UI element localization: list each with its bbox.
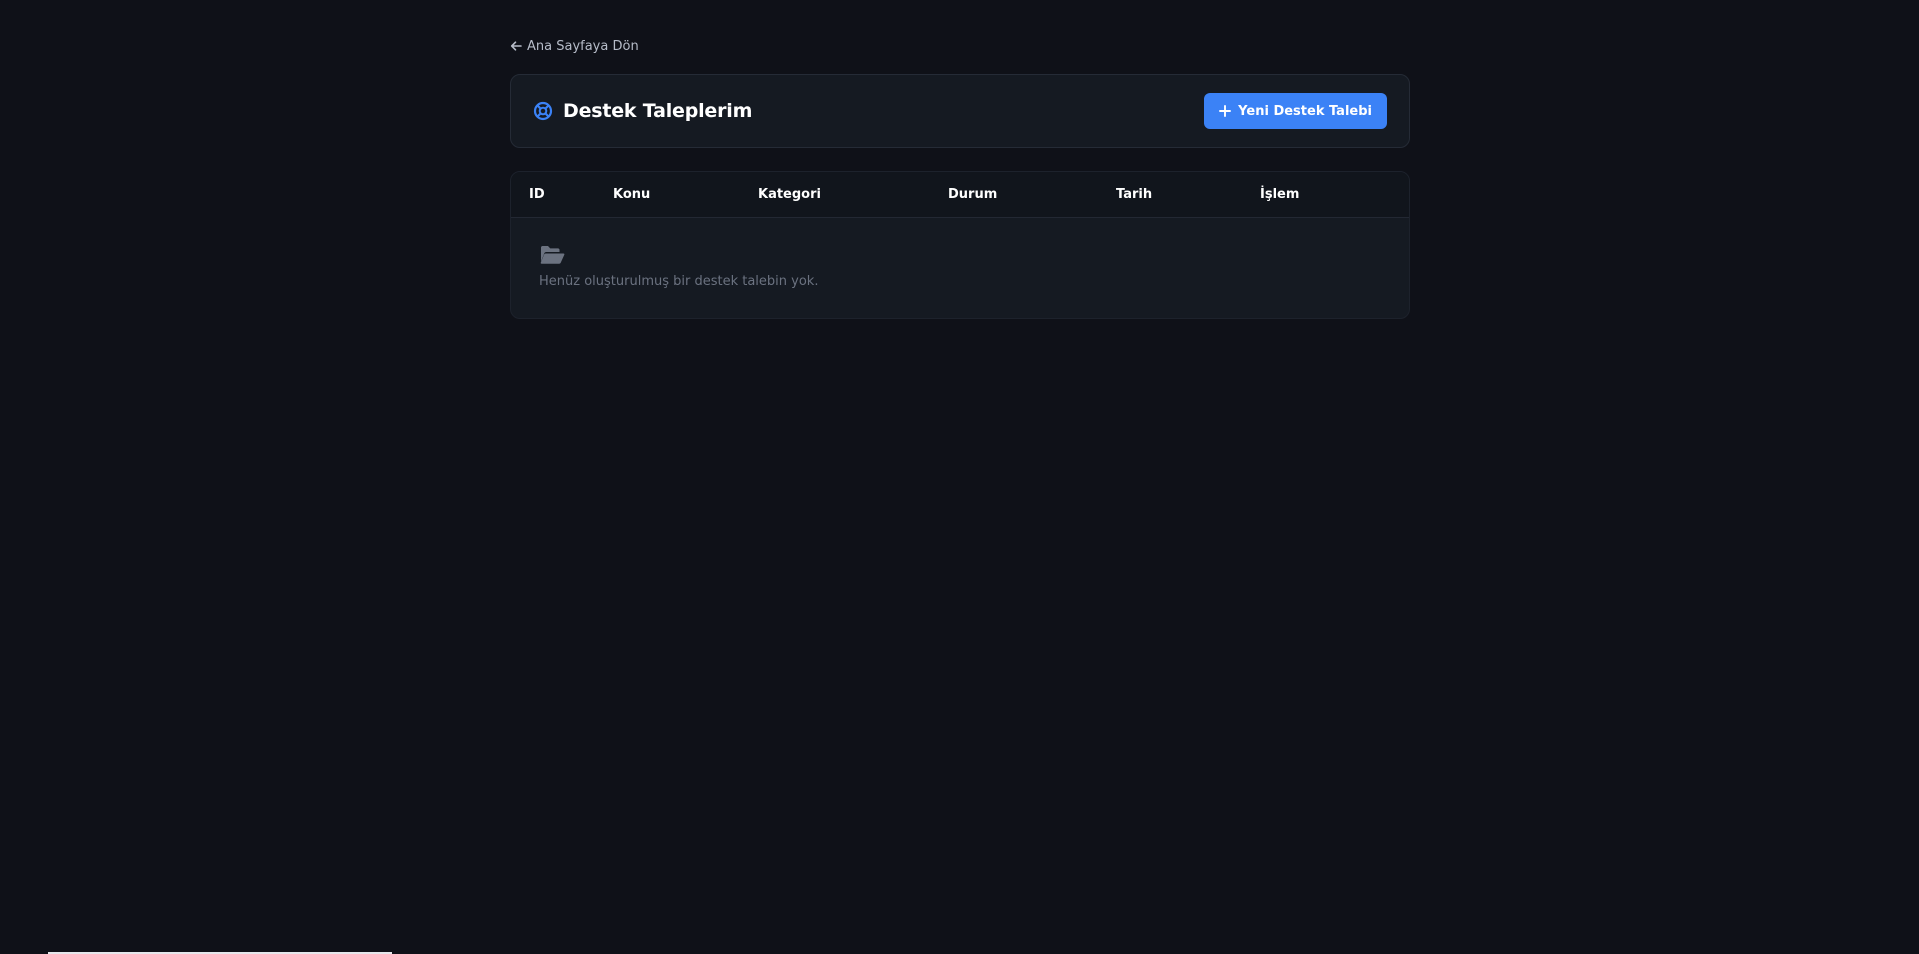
column-header-action: İşlem [1260, 187, 1300, 202]
column-header-date: Tarih [1116, 187, 1153, 202]
new-support-ticket-button[interactable]: Yeni Destek Talebi [1204, 93, 1387, 129]
life-ring-icon [533, 101, 553, 121]
header-card: Destek Taleplerim Yeni Destek Talebi [510, 74, 1410, 148]
empty-state-message: Henüz oluşturulmuş bir destek talebin yo… [539, 274, 819, 289]
title-wrap: Destek Taleplerim [533, 100, 752, 122]
column-header-category: Kategori [758, 187, 821, 202]
page-title: Destek Taleplerim [563, 100, 753, 122]
back-to-home-link[interactable]: Ana Sayfaya Dön [510, 36, 639, 56]
main-container: Ana Sayfaya Dön Destek Taleplerim Yeni D… [510, 36, 1410, 319]
table-header-row: ID Konu Kategori Durum Tarih İşlem [511, 172, 1409, 218]
folder-open-icon [540, 246, 565, 264]
column-header-subject: Konu [613, 187, 651, 202]
tickets-table: ID Konu Kategori Durum Tarih İşlem Henüz… [510, 171, 1410, 319]
new-support-ticket-label: Yeni Destek Talebi [1238, 103, 1372, 119]
page: Ana Sayfaya Dön Destek Taleplerim Yeni D… [0, 0, 1919, 954]
empty-state: Henüz oluşturulmuş bir destek talebin yo… [511, 218, 1409, 289]
arrow-left-icon [510, 41, 522, 51]
column-header-id: ID [529, 187, 545, 202]
column-header-status: Durum [948, 187, 998, 202]
plus-icon [1219, 105, 1232, 117]
back-link-label: Ana Sayfaya Dön [527, 38, 639, 54]
